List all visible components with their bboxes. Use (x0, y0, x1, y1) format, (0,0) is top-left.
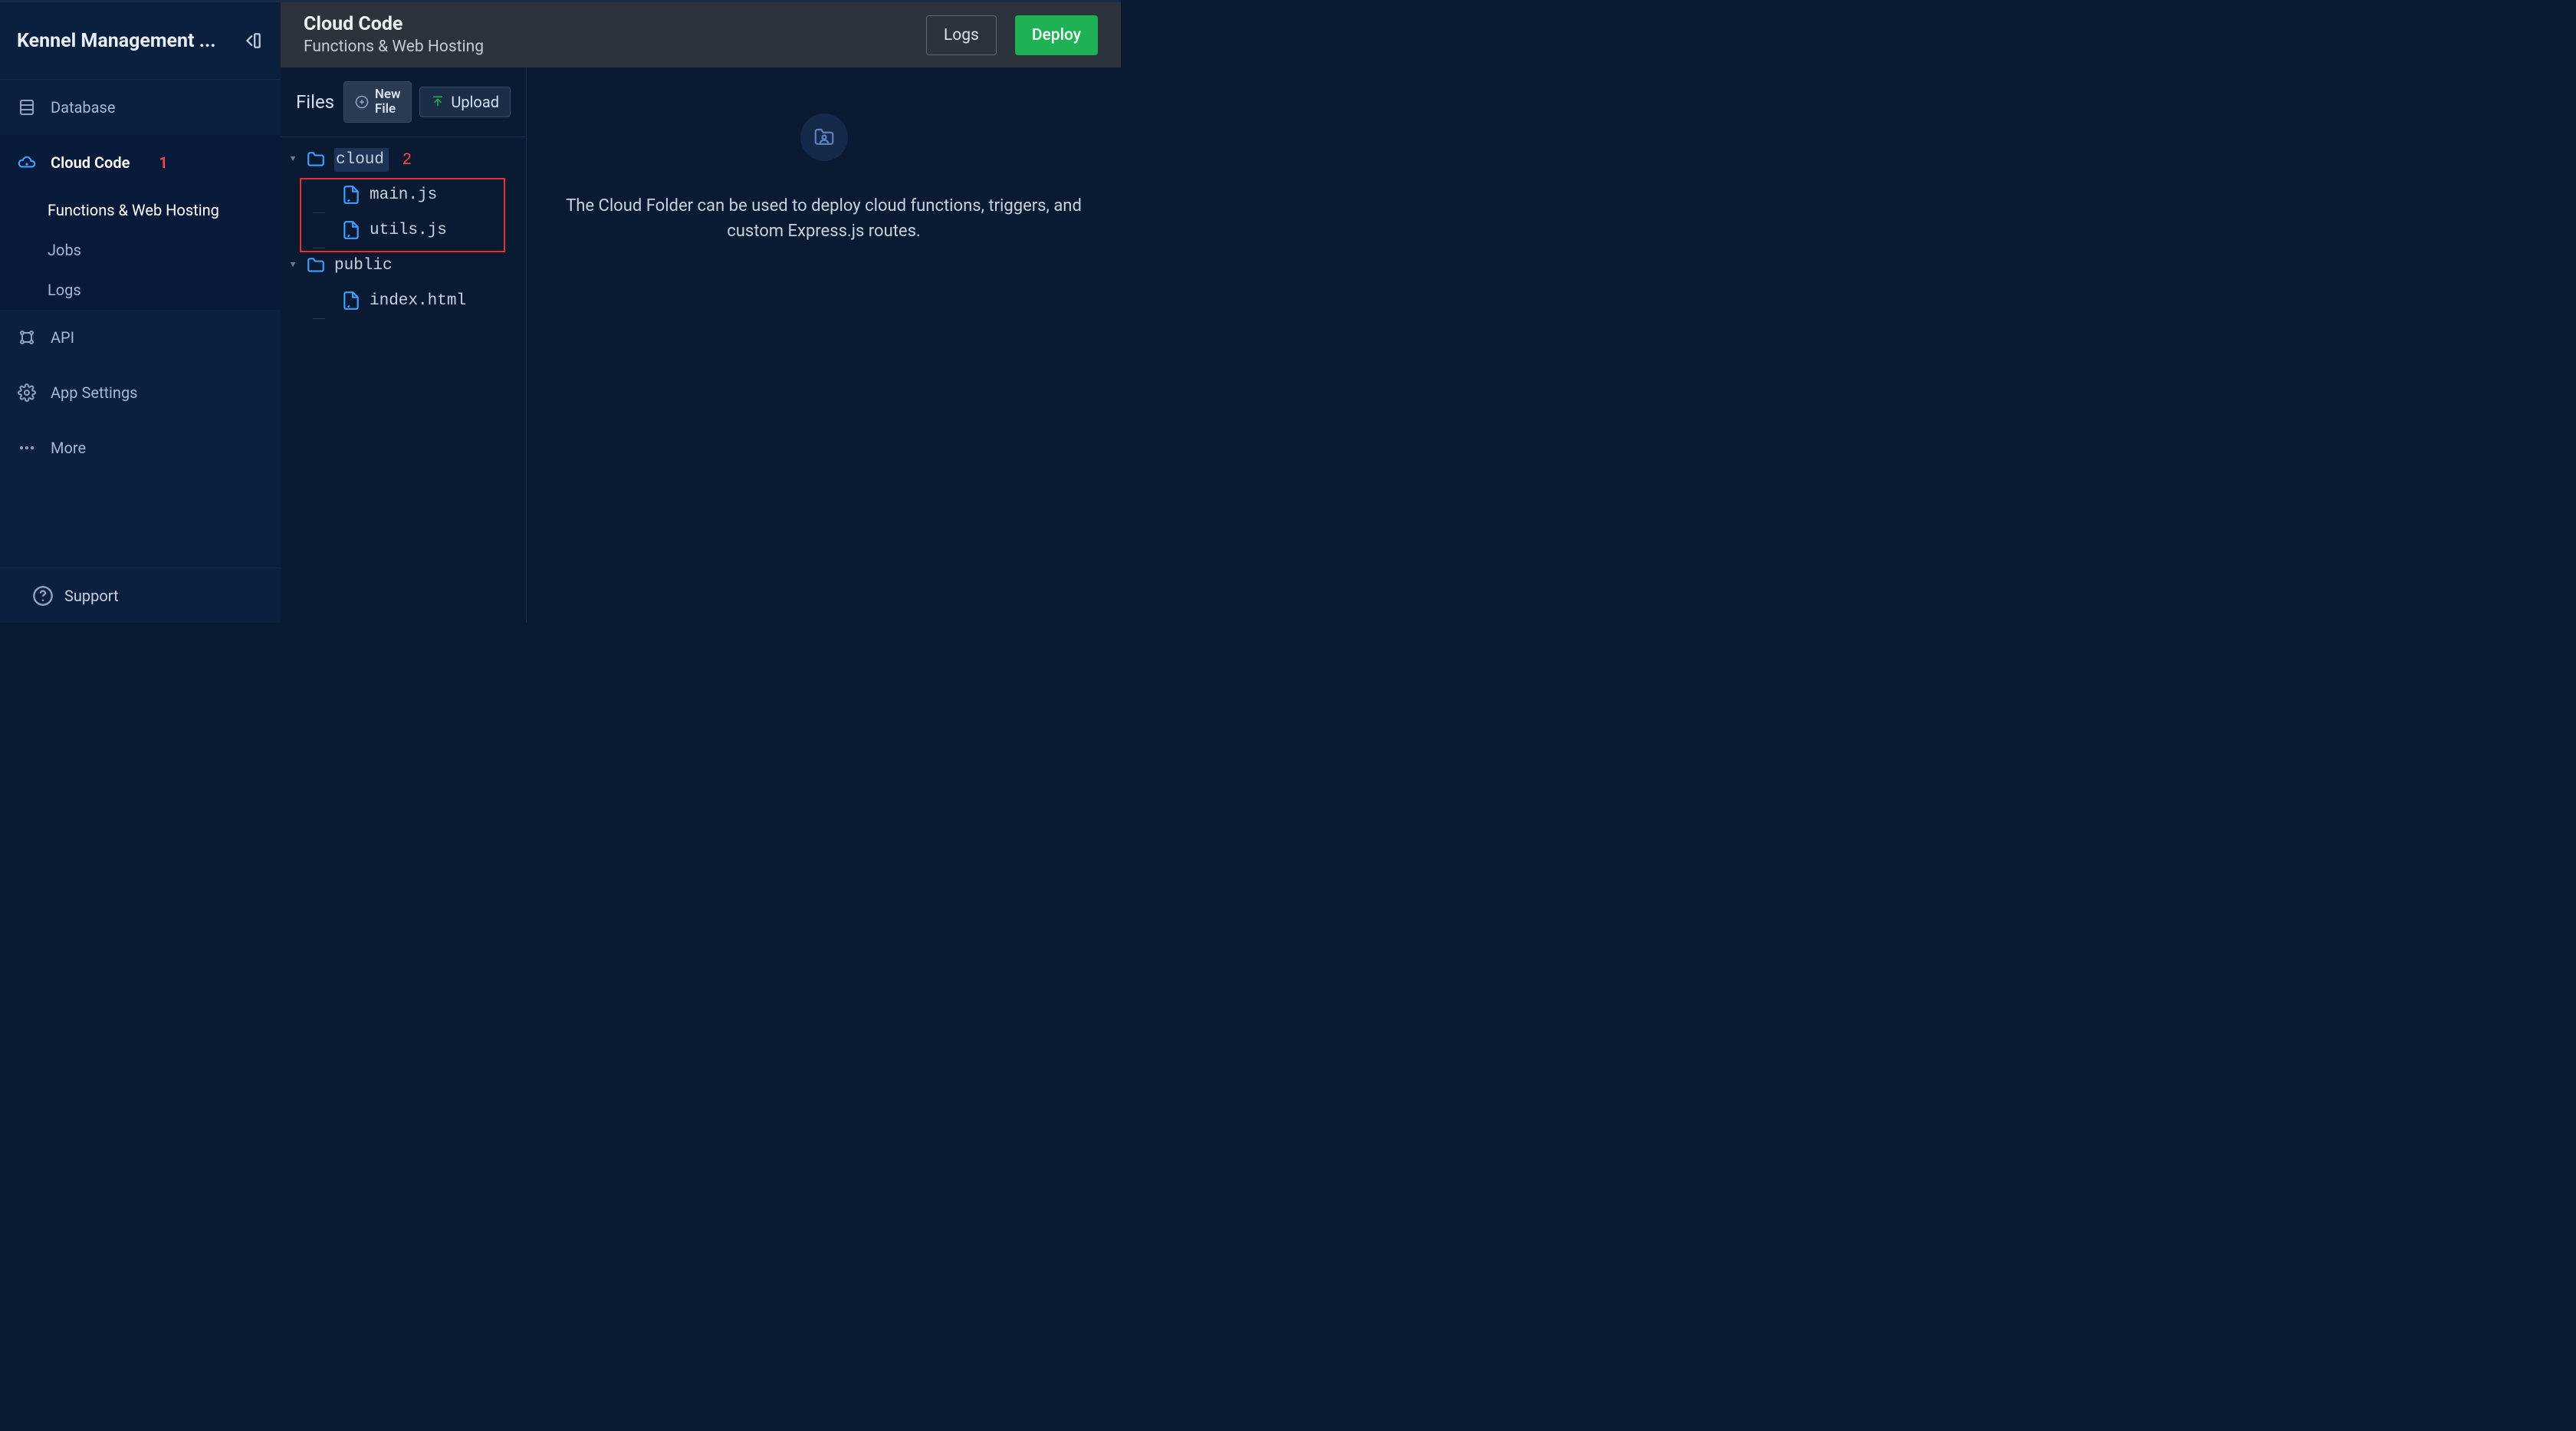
cloud-code-icon (17, 153, 37, 173)
new-file-button[interactable]: New File (343, 81, 412, 123)
folder-label: public (334, 257, 393, 275)
sidebar: Kennel Management ... Database (0, 2, 281, 623)
file-label: main.js (370, 186, 437, 204)
sidebar-item-more[interactable]: More (0, 420, 281, 475)
caret-down-icon: ▼ (288, 261, 297, 270)
file-tree: ▼ cloud 2 (281, 137, 526, 623)
logs-button[interactable]: Logs (926, 15, 997, 55)
sidebar-item-label: Cloud Code (51, 153, 130, 172)
collapse-sidebar-button[interactable] (242, 30, 264, 51)
file-icon (340, 220, 362, 240)
folder-icon (305, 150, 327, 169)
sidebar-item-api[interactable]: API (0, 310, 281, 365)
file-label: index.html (370, 292, 466, 310)
button-label: Deploy (1032, 26, 1081, 44)
button-label: Logs (944, 26, 979, 44)
database-icon (17, 97, 37, 117)
more-icon (17, 438, 37, 458)
app-title: Kennel Management ... (17, 30, 215, 52)
gear-icon (17, 383, 37, 403)
subnav-label: Functions & Web Hosting (48, 201, 219, 219)
file-utils-js[interactable]: utils.js (287, 212, 526, 248)
deploy-button[interactable]: Deploy (1015, 15, 1098, 55)
file-label: utils.js (370, 222, 447, 239)
subnav-label: Jobs (48, 241, 81, 259)
main: Cloud Code Functions & Web Hosting Logs … (281, 2, 1121, 623)
plus-circle-icon (355, 95, 369, 109)
empty-state-icon-circle (800, 113, 848, 161)
sidebar-support-label: Support (64, 587, 119, 605)
header-left: Cloud Code Functions & Web Hosting (304, 13, 911, 57)
details-panel: The Cloud Folder can be used to deploy c… (527, 67, 1121, 623)
empty-state-text: The Cloud Folder can be used to deploy c… (548, 193, 1100, 244)
sidebar-item-app-settings[interactable]: App Settings (0, 365, 281, 420)
folder-person-icon (813, 126, 836, 149)
page-subtitle: Functions & Web Hosting (304, 38, 911, 57)
file-icon (340, 291, 362, 311)
caret-down-icon: ▼ (288, 155, 297, 164)
page-title: Cloud Code (304, 13, 911, 36)
content-row: Files New File (281, 67, 1121, 623)
sidebar-support[interactable]: Support (0, 567, 281, 623)
subnav-jobs[interactable]: Jobs (0, 230, 281, 270)
button-label: Upload (451, 93, 499, 111)
upload-icon (431, 95, 445, 109)
sidebar-item-cloud-code[interactable]: Cloud Code 1 (0, 135, 281, 190)
files-panel: Files New File (281, 67, 527, 623)
api-icon (17, 327, 37, 347)
folder-label: cloud (334, 148, 389, 172)
sidebar-header: Kennel Management ... (0, 2, 281, 80)
upload-button[interactable]: Upload (419, 87, 511, 117)
file-icon (340, 185, 362, 205)
files-toolbar: Files New File (281, 67, 526, 137)
sidebar-item-label: Database (51, 98, 115, 117)
sidebar-nav: Database Cloud Code 1 Functions & Web Ho… (0, 80, 281, 567)
header-bar: Cloud Code Functions & Web Hosting Logs … (281, 2, 1121, 67)
subnav-label: Logs (48, 281, 81, 299)
header-actions: Logs Deploy (926, 15, 1098, 55)
sidebar-item-database[interactable]: Database (0, 80, 281, 135)
sidebar-item-label: App Settings (51, 383, 138, 402)
folder-badge: 2 (402, 150, 412, 169)
sidebar-item-label: API (51, 328, 74, 347)
collapse-icon (243, 31, 263, 51)
file-main-js[interactable]: main.js (287, 177, 526, 212)
subnav-logs[interactable]: Logs (0, 270, 281, 310)
folder-cloud[interactable]: ▼ cloud 2 (287, 142, 526, 177)
file-index-html[interactable]: index.html (287, 283, 526, 318)
folder-icon (305, 255, 327, 275)
files-tab-label: Files (296, 91, 334, 113)
sidebar-subnav: Functions & Web Hosting Jobs Logs (0, 190, 281, 310)
folder-public[interactable]: ▼ public (287, 248, 526, 283)
help-icon (32, 585, 54, 607)
sidebar-badge: 1 (159, 153, 167, 172)
sidebar-item-label: More (51, 439, 86, 457)
subnav-functions-webhosting[interactable]: Functions & Web Hosting (0, 190, 281, 230)
button-label: New File (375, 87, 401, 116)
